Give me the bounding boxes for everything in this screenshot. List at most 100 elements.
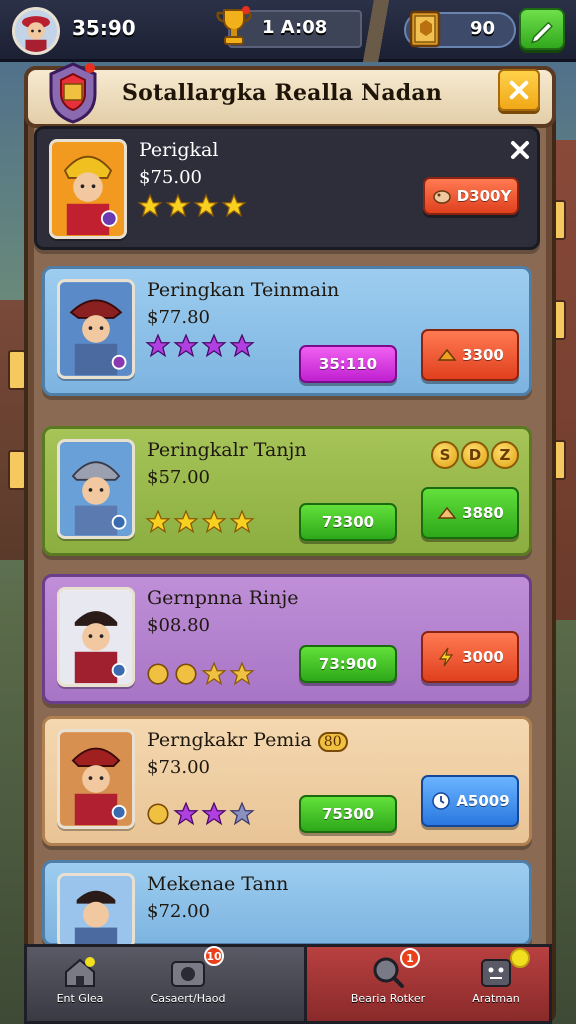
star-icon — [165, 193, 191, 219]
currency-badges: S D Z — [431, 441, 519, 469]
hero-price: $75.00 — [139, 167, 202, 188]
notification-dot — [510, 948, 530, 968]
camera-icon — [168, 952, 208, 992]
panel-title: Sotallargka Realla Nadan — [122, 80, 443, 106]
coin-icon — [173, 661, 199, 687]
hero-card[interactable]: Mekenae Tann $72.00 — [42, 860, 532, 949]
hero-portrait — [57, 439, 135, 539]
hero-price: $77.80 — [147, 307, 210, 328]
hero-card[interactable]: Perigkal $75.00 D300Y — [34, 126, 540, 250]
star-icon — [229, 509, 255, 535]
nav-item-home[interactable]: Ent Glea — [20, 948, 140, 1020]
coin-badge: D — [461, 441, 489, 469]
star-rating — [145, 509, 255, 539]
buy-button-label: 3300 — [462, 346, 504, 364]
star-rating — [145, 801, 255, 831]
hero-card[interactable]: Gernpnna Rinje $08.80 73:900 3000 — [42, 574, 532, 704]
buy-button-label: A5009 — [456, 792, 510, 810]
topbar-divider — [356, 0, 396, 62]
hero-name: Gernpnna Rinje — [147, 587, 299, 609]
star-icon — [201, 509, 227, 535]
nav-item-camera[interactable]: 10 Casaert/Haod — [128, 946, 248, 1020]
star-icon — [201, 661, 227, 687]
food-icon — [436, 344, 458, 366]
nav-item-search[interactable]: 1 Bearia Rotker — [328, 948, 448, 1020]
close-icon — [509, 80, 529, 100]
nav-label: Ent Glea — [56, 992, 104, 1005]
buy-button[interactable]: D300Y — [423, 177, 519, 215]
nav-label: Aratman — [472, 992, 520, 1005]
hero-card[interactable]: Peringkalr Tanjn $57.00 S D Z 73300 3880 — [42, 426, 532, 556]
buy-button[interactable]: 3300 — [421, 329, 519, 381]
hero-price: $72.00 — [147, 901, 210, 922]
hero-name: Mekenae Tann — [147, 873, 289, 895]
buy-button-label: 3000 — [462, 648, 504, 666]
hero-name: Perigkal — [139, 139, 219, 161]
shield-gem-icon — [44, 60, 102, 126]
lightning-icon — [436, 646, 458, 668]
clock-text: 35:90 — [72, 16, 136, 40]
star-icon — [229, 801, 255, 827]
nav-label: Bearia Rotker — [350, 992, 426, 1005]
hero-price: $73.00 — [147, 757, 210, 778]
name-badge: 80 — [317, 732, 348, 752]
food-icon — [436, 502, 458, 524]
coin-badge: S — [431, 441, 459, 469]
coin-icon — [145, 661, 171, 687]
edit-button[interactable] — [519, 8, 565, 50]
buy-button-label: D300Y — [456, 187, 512, 205]
hero-price: $57.00 — [147, 467, 210, 488]
pencil-icon — [530, 21, 553, 44]
hero-portrait — [57, 587, 135, 687]
hero-name: Peringkalr Tanjn — [147, 439, 307, 461]
home-icon — [60, 952, 100, 992]
star-icon — [173, 333, 199, 359]
hero-card[interactable]: Peringkan Teinmain $77.80 35:110 3300 — [42, 266, 532, 396]
hero-name-text: Perngkakr Pemia — [147, 729, 312, 751]
timer-button[interactable]: 73300 — [299, 503, 397, 541]
timer-button[interactable]: 73:900 — [299, 645, 397, 683]
star-icon — [173, 509, 199, 535]
hero-portrait — [57, 279, 135, 379]
timer-button[interactable]: 75300 — [299, 795, 397, 833]
food-icon — [431, 185, 453, 207]
coin-badge: Z — [491, 441, 519, 469]
clock-icon — [430, 790, 452, 812]
timer-button[interactable]: 35:110 — [299, 345, 397, 383]
treasure-box-icon — [406, 6, 446, 50]
buy-button[interactable]: A5009 — [421, 775, 519, 827]
star-rating — [145, 661, 255, 691]
buy-button-label: 3880 — [462, 504, 504, 522]
hero-portrait — [57, 729, 135, 829]
close-icon[interactable] — [507, 137, 533, 163]
nav-item-profile[interactable]: Aratman — [436, 948, 556, 1020]
gold-text: 90 — [470, 18, 496, 39]
panel-close-button[interactable] — [498, 69, 540, 111]
coin-icon — [145, 801, 171, 827]
nav-label: Casaert/Haod — [150, 992, 226, 1005]
player-avatar[interactable] — [12, 7, 60, 55]
buy-button[interactable]: 3000 — [421, 631, 519, 683]
hero-name: Peringkan Teinmain — [147, 279, 340, 301]
star-rating — [137, 193, 247, 223]
hero-portrait — [49, 139, 127, 239]
star-icon — [145, 509, 171, 535]
notification-badge: 10 — [204, 946, 224, 966]
trophy-text: 1 A:08 — [262, 17, 328, 38]
star-icon — [201, 333, 227, 359]
buy-button[interactable]: 3880 — [421, 487, 519, 539]
star-icon — [229, 333, 255, 359]
star-icon — [201, 801, 227, 827]
hero-name: Perngkakr Pemia 80 — [147, 729, 348, 752]
notification-badge: 1 — [400, 948, 420, 968]
hero-portrait — [57, 873, 135, 949]
hero-card[interactable]: Perngkakr Pemia 80 $73.00 75300 A5009 — [42, 716, 532, 846]
star-icon — [145, 333, 171, 359]
star-rating — [145, 333, 255, 363]
trophy-icon — [214, 4, 254, 50]
star-icon — [193, 193, 219, 219]
star-icon — [229, 661, 255, 687]
star-icon — [173, 801, 199, 827]
star-icon — [221, 193, 247, 219]
star-icon — [137, 193, 163, 219]
